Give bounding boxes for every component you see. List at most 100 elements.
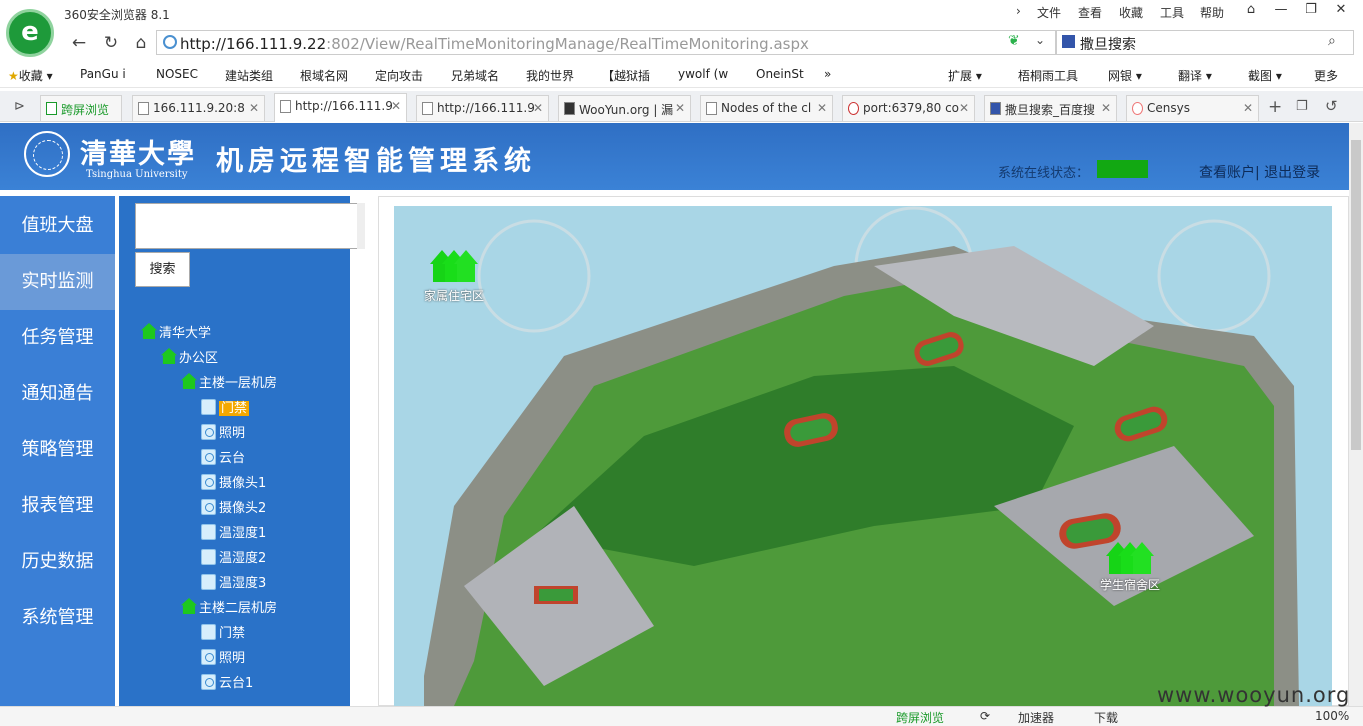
sidebar-item-tasks[interactable]: 任务管理: [0, 310, 115, 366]
restore-icon[interactable]: ❐: [1296, 0, 1326, 22]
tab-port[interactable]: port:6379,80 co ✕: [842, 95, 975, 121]
minimize-icon[interactable]: —: [1266, 0, 1296, 22]
search-engine-icon: [1062, 35, 1075, 48]
menu-favorites[interactable]: 收藏: [1119, 4, 1143, 21]
search-input[interactable]: 撒旦搜索: [1080, 34, 1136, 54]
tree-device-ptz[interactable]: 云台: [201, 447, 245, 466]
tree-device-light[interactable]: 照明: [201, 422, 245, 441]
tool-translate[interactable]: 翻译 ▾: [1178, 67, 1212, 84]
refresh-icon[interactable]: ↻: [98, 32, 124, 54]
tree-node-room1[interactable]: 主楼一层机房: [181, 372, 277, 391]
thermometer-icon: [201, 549, 216, 565]
sidebar-item-reports[interactable]: 报表管理: [0, 478, 115, 534]
tree-node-office[interactable]: 办公区: [161, 347, 218, 366]
bookmark-nosec[interactable]: NOSEC: [156, 67, 198, 81]
sidebar-item-dashboard[interactable]: 值班大盘: [0, 198, 115, 254]
menu-view[interactable]: 查看: [1078, 4, 1102, 21]
bookmark-oneinst[interactable]: OneinSt: [756, 67, 804, 81]
bookmark-more-icon[interactable]: »: [824, 67, 831, 81]
menu-tools[interactable]: 工具: [1160, 4, 1184, 21]
pin-icon[interactable]: ⌂: [1236, 0, 1266, 22]
tree-search-input[interactable]: [135, 203, 361, 249]
address-url[interactable]: http://166.111.9.22:802/View/RealTimeMon…: [180, 35, 809, 53]
home-icon[interactable]: ⌂: [128, 32, 154, 54]
leaf-icon[interactable]: ❦: [1008, 33, 1020, 49]
status-icon[interactable]: ⟳: [980, 709, 990, 723]
bookmark-jailbreak[interactable]: 【越狱插: [602, 67, 650, 84]
tab-nodes[interactable]: Nodes of the cl ✕: [700, 95, 833, 121]
tool-screenshot[interactable]: 截图 ▾: [1248, 67, 1282, 84]
undo-close-icon[interactable]: ↺: [1325, 97, 1338, 115]
menu-file[interactable]: 文件: [1037, 4, 1061, 21]
tab-wooyun[interactable]: WooYun.org | 漏 ✕: [558, 95, 691, 121]
student-area-house-icon[interactable]: [1106, 538, 1154, 578]
tab-active[interactable]: http://166.111.9 ✕: [274, 93, 407, 122]
tool-bank[interactable]: 网银 ▾: [1108, 67, 1142, 84]
status-zoom[interactable]: 100%: [1315, 709, 1349, 723]
bookmark-ywolf[interactable]: ywolf (w: [678, 67, 728, 81]
tab-3[interactable]: http://166.111.9 ✕: [416, 95, 549, 121]
tab-cross-screen[interactable]: 跨屏浏览: [40, 95, 122, 121]
door-icon: [201, 624, 216, 640]
bookmark-site-group[interactable]: 建站类组: [225, 67, 273, 84]
tree-device-humidity1[interactable]: 温湿度1: [201, 522, 266, 541]
globe-icon: [163, 35, 177, 49]
window-title: 360安全浏览器 8.1: [64, 8, 170, 22]
status-download[interactable]: 下载: [1094, 709, 1118, 726]
tree-device-camera1[interactable]: 摄像头1: [201, 472, 266, 491]
back-icon[interactable]: ←: [66, 32, 92, 54]
tab-list-icon[interactable]: ❐: [1296, 99, 1308, 114]
sidebar-item-realtime[interactable]: 实时监测: [0, 254, 115, 310]
browser-logo-icon[interactable]: e: [6, 9, 54, 57]
bookmark-targeted-attack[interactable]: 定向攻击: [375, 67, 423, 84]
status-cross-screen[interactable]: 跨屏浏览: [896, 709, 944, 726]
close-icon[interactable]: ✕: [1326, 0, 1356, 22]
house-icon: [161, 348, 177, 364]
tool-extensions[interactable]: 扩展 ▾: [948, 67, 982, 84]
thermometer-icon: [201, 524, 216, 540]
new-tab-icon[interactable]: +: [1268, 97, 1282, 117]
tree-node-room2[interactable]: 主楼二层机房: [181, 597, 277, 616]
tree-input-scrollbar[interactable]: [357, 203, 365, 249]
tree-search-button[interactable]: 搜索: [135, 252, 190, 287]
tab-1[interactable]: 166.111.9.20:8 ✕: [132, 95, 265, 121]
menu-arrow-icon[interactable]: ›: [1016, 4, 1021, 18]
online-status-label: 系统在线状态：: [998, 166, 1090, 181]
tree-device-door[interactable]: 门禁: [201, 397, 250, 416]
bookmark-pangu[interactable]: PanGu i: [80, 67, 126, 81]
tree-device-ptz-2[interactable]: 云台1: [201, 672, 253, 691]
dropdown-arrow-icon[interactable]: ⌄: [1035, 33, 1045, 47]
sidebar-item-policy[interactable]: 策略管理: [0, 422, 115, 478]
ptz-icon: [201, 449, 216, 465]
campus-map[interactable]: 家属住宅区 学生宿舍区: [394, 206, 1332, 706]
sidebar-item-history[interactable]: 历史数据: [0, 534, 115, 590]
family-area-label: 家属住宅区: [424, 289, 485, 303]
tab-censys[interactable]: Censys ✕: [1126, 95, 1259, 121]
bookmark-sibling-domain[interactable]: 兄弟域名: [451, 67, 499, 84]
sidebar-item-notices[interactable]: 通知通告: [0, 366, 115, 422]
house-icon: [141, 323, 157, 339]
sidebar-toggle-icon[interactable]: ⊳: [14, 99, 25, 114]
sidebar-item-system[interactable]: 系统管理: [0, 590, 115, 646]
tree-device-humidity3[interactable]: 温湿度3: [201, 572, 266, 591]
tree-device-camera2[interactable]: 摄像头2: [201, 497, 266, 516]
status-accelerator[interactable]: 加速器: [1018, 709, 1054, 726]
light-icon: [201, 424, 216, 440]
light-icon: [201, 649, 216, 665]
tool-wutongyu[interactable]: 梧桐雨工具: [1018, 67, 1078, 84]
tree-node-tsinghua[interactable]: 清华大学: [141, 322, 211, 341]
tree-device-light-2[interactable]: 照明: [201, 647, 245, 666]
page-scrollbar-thumb[interactable]: [1351, 140, 1361, 450]
bookmark-my-world[interactable]: 我的世界: [526, 67, 574, 84]
tool-more[interactable]: 更多: [1314, 67, 1338, 84]
bookmark-root-domain[interactable]: 根域名网: [300, 67, 348, 84]
bookmark-favorites[interactable]: ★收藏 ▾: [8, 67, 53, 84]
family-area-house-icon[interactable]: [430, 246, 478, 286]
menu-help[interactable]: 帮助: [1200, 4, 1224, 21]
watermark: www.wooyun.org: [1157, 683, 1351, 707]
tree-device-door-2[interactable]: 门禁: [201, 622, 245, 641]
tree-device-humidity2[interactable]: 温湿度2: [201, 547, 266, 566]
tab-shodan-baidu[interactable]: 撒旦搜索_百度搜 ✕: [984, 95, 1117, 121]
account-links[interactable]: 查看账户| 退出登录: [1199, 162, 1320, 182]
search-icon[interactable]: ⌕: [1328, 33, 1336, 49]
